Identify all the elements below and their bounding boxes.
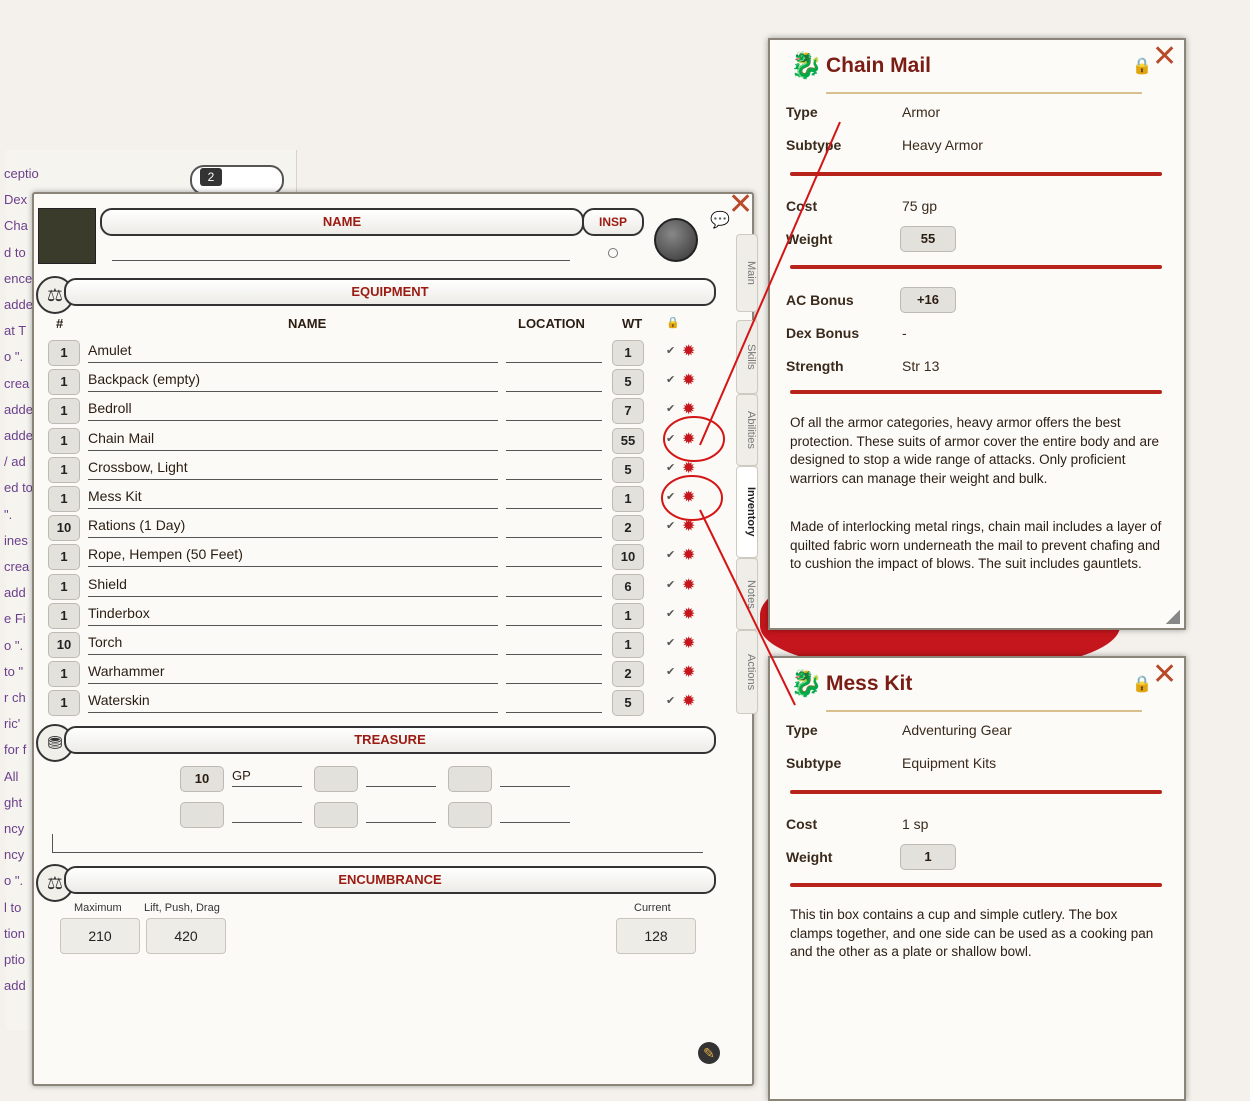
annotation-line	[699, 121, 841, 446]
annotation-line	[699, 509, 796, 706]
annotation-circle	[663, 416, 725, 462]
annotation-circle	[661, 475, 723, 521]
annotation-overlay	[661, 121, 841, 706]
